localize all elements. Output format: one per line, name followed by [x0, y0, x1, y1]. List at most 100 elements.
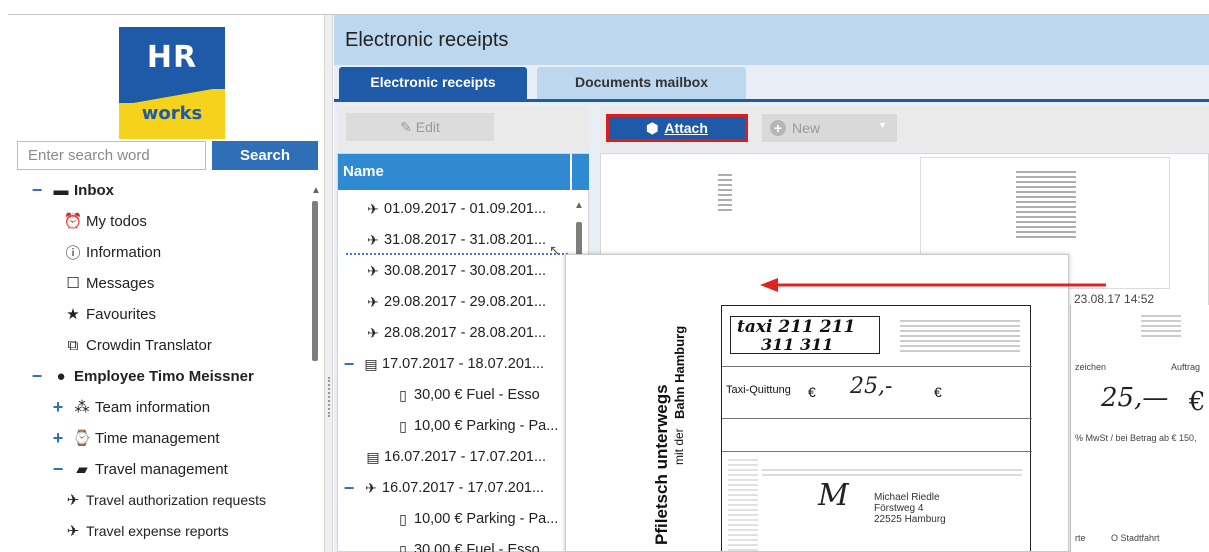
attach-icon: ⬢: [646, 119, 659, 136]
tab-documents-mailbox[interactable]: Documents mailbox: [537, 67, 746, 99]
attach-button-label: Attach: [664, 120, 708, 136]
list-item[interactable]: − ▤ 17.07.2017 - 18.07.201...: [342, 352, 544, 376]
todo-icon: ⏰: [63, 213, 83, 230]
scrollbar-thumb[interactable]: [312, 201, 318, 361]
tree-item-employee[interactable]: − ● Employee Timo Meissner: [30, 364, 254, 388]
list-item[interactable]: ✈ 30.08.2017 - 30.08.201...: [364, 259, 546, 283]
airplane-icon: ✈: [367, 200, 379, 217]
second-receipt-logo: [1141, 313, 1181, 337]
second-receipt-image[interactable]: zeichen Auftrag 25,— € % MwSt / bei Betr…: [1070, 305, 1209, 552]
list-item[interactable]: ▯ 30,00 € Fuel - Esso: [394, 538, 540, 552]
collapse-icon[interactable]: −: [51, 459, 65, 480]
panel-splitter[interactable]: [325, 15, 333, 552]
second-receipt-amount: 25,—: [1101, 383, 1169, 413]
tree-item-my-todos[interactable]: ⏰ My todos: [63, 209, 147, 233]
airplane-icon: ✈: [365, 479, 377, 496]
chevron-down-icon[interactable]: ▼: [878, 120, 887, 130]
tree-item-crowdin-translator[interactable]: ⧉ Crowdin Translator: [63, 333, 212, 357]
tree-item-travel-authorization-requests[interactable]: ✈ Travel authorization requests: [63, 488, 266, 512]
receipt-signature: M: [818, 478, 849, 513]
receipt-address: Michael Riedle Förstweg 4 22525 Hamburg: [874, 492, 946, 525]
scroll-up-icon[interactable]: ▲: [574, 200, 584, 211]
tree-item-time-management[interactable]: + ⌚ Time management: [51, 426, 220, 450]
list-header-end: [572, 154, 589, 190]
info-icon: ⓘ: [65, 244, 81, 262]
document-icon: ▯: [399, 510, 407, 527]
list-item[interactable]: ✈ 31.08.2017 - 31.08.201...: [364, 228, 546, 252]
receipt-table-print: [728, 456, 758, 551]
main-header: Electronic receipts: [334, 15, 1209, 65]
hrworks-logo: HR works: [119, 27, 225, 139]
person-icon: ●: [56, 367, 66, 385]
search-input[interactable]: [17, 141, 206, 170]
list-item[interactable]: ▤ 16.07.2017 - 17.07.201...: [364, 445, 546, 469]
collapse-icon[interactable]: −: [342, 478, 356, 499]
list-item[interactable]: ▯ 30,00 € Fuel - Esso: [394, 383, 540, 407]
translator-icon: ⧉: [67, 336, 79, 354]
list-item[interactable]: ▯ 10,00 € Parking - Pa...: [394, 414, 558, 438]
airplane-icon: ✈: [367, 324, 379, 341]
document-icon: ▯: [399, 386, 407, 403]
expand-icon[interactable]: +: [51, 428, 65, 449]
receipt-vertical-text-3: Bahn Hamburg: [672, 325, 687, 419]
list-item-label: 16.07.2017 - 17.07.201...: [384, 449, 547, 465]
airplane-icon: ✈: [367, 293, 379, 310]
tree-item-travel-management[interactable]: − ▰ Travel management: [51, 457, 228, 481]
receipt-vertical-text-2: mit der: [672, 428, 686, 465]
tree-item-label: Travel management: [95, 460, 228, 478]
scroll-up-icon[interactable]: ▲: [311, 185, 321, 196]
team-icon: ⁂: [74, 399, 90, 416]
new-button[interactable]: + New ▼: [762, 114, 897, 142]
tree-item-label: Travel expense reports: [86, 523, 229, 539]
collapse-icon[interactable]: −: [30, 366, 44, 387]
attach-button[interactable]: ⬢ Attach: [606, 114, 748, 142]
tree-item-label: Information: [86, 243, 162, 261]
collapse-icon[interactable]: −: [30, 180, 44, 201]
list-item[interactable]: − ✈ 16.07.2017 - 17.07.201...: [342, 476, 544, 500]
list-header-name[interactable]: Name: [338, 154, 570, 190]
receipt-paper: taxi 211 211 311 311 Taxi-Quittung € 25,…: [721, 305, 1032, 551]
list-item[interactable]: ✈ 28.08.2017 - 28.08.201...: [364, 321, 546, 345]
preview-toolbar: ⬢ Attach + New ▼: [600, 106, 1209, 151]
suitcase-icon: ▰: [76, 461, 88, 478]
messages-icon: ☐: [66, 275, 80, 292]
search-button[interactable]: Search: [212, 141, 318, 170]
second-receipt-mwst: % MwSt / bei Betrag ab € 150,: [1075, 433, 1197, 443]
time-icon: ⌚: [72, 430, 92, 447]
edit-button[interactable]: ✎ Edit: [346, 113, 494, 141]
tree-item-favourites[interactable]: ★ Favourites: [63, 302, 156, 326]
tree-item-label: Inbox: [74, 181, 114, 199]
splitter-grip[interactable]: [328, 377, 330, 417]
receipt-side-branding: Pfiletsch unterwegs mit der Bahn Hamburg: [644, 323, 719, 551]
tree-scrollbar[interactable]: ▲: [311, 185, 321, 545]
list-item-label: 01.09.2017 - 01.09.201...: [384, 201, 547, 217]
airplane-signpost-icon: ✈: [66, 492, 80, 509]
tab-electronic-receipts[interactable]: Electronic receipts: [339, 67, 527, 99]
tree-item-information[interactable]: ⓘ Information: [63, 240, 161, 264]
tree-item-travel-expense-reports[interactable]: ✈ Travel expense reports: [63, 519, 229, 543]
taxi-number-2: 311 311: [761, 335, 834, 354]
tree-item-label: Travel authorization requests: [86, 492, 267, 508]
expand-icon[interactable]: +: [51, 397, 65, 418]
airplane-icon: ✈: [367, 262, 379, 279]
inbox-icon: ▬: [53, 181, 69, 199]
drag-direction-arrow: [760, 278, 1106, 292]
receipt-thumbnail-1[interactable]: [718, 171, 732, 211]
list-item-label: 31.08.2017 - 31.08.201...: [384, 232, 547, 248]
tree-item-label: Time management: [95, 429, 220, 447]
tree-item-inbox[interactable]: − ▬ Inbox: [30, 178, 114, 202]
list-item[interactable]: ▯ 10,00 € Parking - Pa...: [394, 507, 558, 531]
receipt-rule: [722, 451, 1032, 452]
tree-item-messages[interactable]: ☐ Messages: [63, 271, 154, 295]
collapse-icon[interactable]: −: [342, 354, 356, 375]
list-item[interactable]: ✈ 29.08.2017 - 29.08.201...: [364, 290, 546, 314]
list-item-label: 10,00 € Parking - Pa...: [414, 511, 559, 527]
tree-item-label: Messages: [86, 274, 155, 292]
tree-item-label: Employee Timo Meissner: [74, 367, 254, 385]
list-item[interactable]: ✈ 01.09.2017 - 01.09.201...: [364, 197, 546, 221]
tree-item-team-information[interactable]: + ⁂ Team information: [51, 395, 210, 419]
receipt-list: Name ✈ 01.09.2017 - 01.09.201... ✈ 31.08.2…: [337, 153, 589, 552]
receipt-euro-1: €: [808, 384, 816, 400]
receipt-rule: [722, 366, 1032, 367]
dragged-receipt-image[interactable]: Pfiletsch unterwegs mit der Bahn Hamburg…: [565, 254, 1069, 552]
